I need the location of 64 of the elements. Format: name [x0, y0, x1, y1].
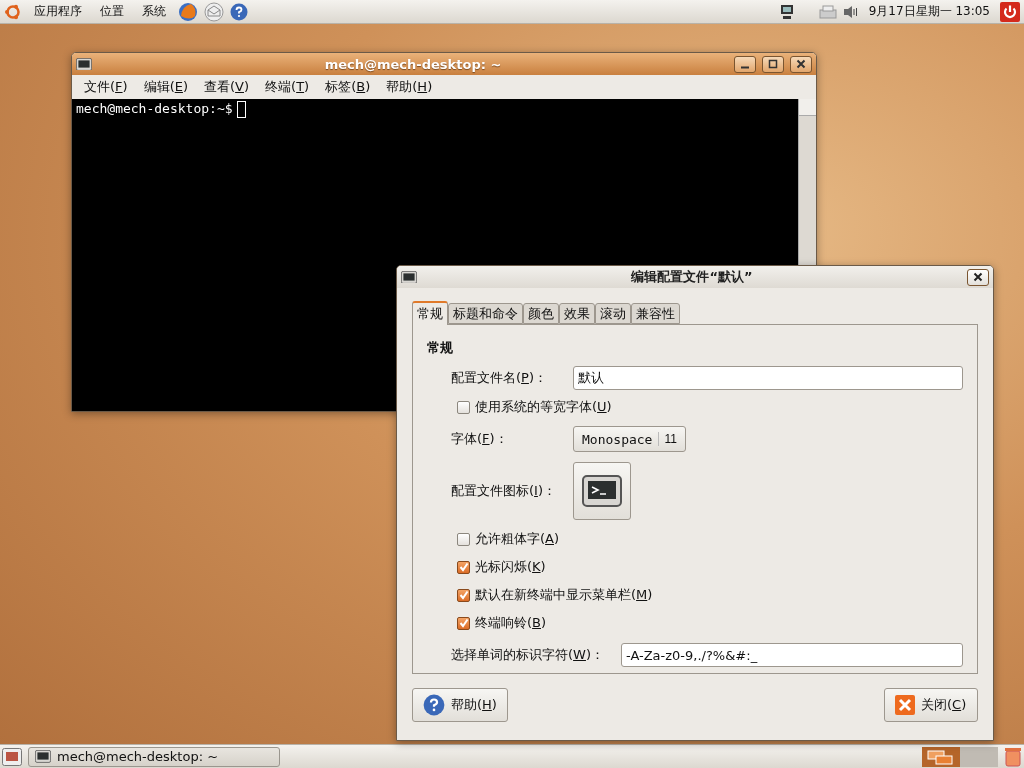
tab[interactable]: 标题和命令 [448, 303, 523, 324]
clock[interactable]: 9月17日星期一 13:05 [868, 3, 990, 20]
close-icon [796, 59, 806, 69]
minimize-button[interactable] [734, 55, 756, 73]
icon-picker[interactable] [573, 462, 631, 520]
section-heading: 常规 [427, 339, 454, 357]
close-icon [895, 695, 915, 715]
field-label: 配置文件图标(I)： [451, 482, 557, 500]
menu-item[interactable]: 编辑(E) [137, 78, 194, 96]
tab[interactable]: 兼容性 [631, 303, 680, 324]
checkbox-option[interactable]: 光标闪烁(K) [457, 558, 546, 576]
tab[interactable]: 效果 [559, 303, 595, 324]
menu-item[interactable]: 帮助(H) [380, 78, 439, 96]
globe-icon[interactable] [178, 1, 198, 22]
tab[interactable]: 滚动 [595, 303, 631, 324]
trash-icon[interactable] [1004, 746, 1022, 767]
menu-item[interactable]: 文件(F) [78, 78, 134, 96]
menu-item[interactable]: 标签(B) [319, 78, 377, 96]
text-field[interactable]: -A-Za-z0-9,./?%&#:_ [621, 643, 963, 667]
panel-menu[interactable]: 位置 [94, 3, 130, 20]
tab[interactable]: 常规 [412, 301, 448, 325]
envelope-icon[interactable] [204, 1, 224, 22]
checkbox-option[interactable]: 终端响铃(B) [457, 614, 547, 632]
panel-menu[interactable]: 应用程序 [28, 3, 88, 20]
maximize-button[interactable] [762, 55, 784, 73]
field-label: 选择单词的标识字符(W)： [451, 646, 605, 664]
terminal-icon [582, 475, 622, 507]
terminal-icon [76, 57, 92, 71]
checkbox-option[interactable]: 默认在新终端中显示菜单栏(M) [457, 586, 653, 604]
checkbox-option[interactable]: 允许粗体字(A) [457, 530, 560, 548]
help-icon[interactable] [230, 2, 248, 21]
taskbar-item[interactable]: mech@mech-desktop: ~ [28, 746, 280, 767]
field-label: 字体(F)： [451, 430, 509, 448]
window-title: mech@mech-desktop: ~ [323, 56, 503, 72]
panel-menu[interactable]: 系统 [136, 3, 172, 20]
terminal-icon [401, 270, 417, 284]
help-icon [423, 694, 445, 716]
terminal-icon [35, 750, 51, 763]
close-button[interactable] [967, 268, 989, 286]
speaker-icon[interactable] [842, 3, 859, 20]
menu-item[interactable]: 终端(T) [259, 78, 316, 96]
checkbox[interactable] [457, 588, 470, 602]
window-title: 编辑配置文件“默认” [630, 268, 754, 286]
checkbox[interactable] [457, 560, 470, 574]
minimize-icon [740, 65, 750, 69]
workspace-switcher-icon[interactable] [922, 746, 998, 767]
font-picker[interactable]: Monospace 11 [573, 426, 686, 452]
text-cursor [236, 101, 246, 118]
checkbox[interactable] [457, 532, 470, 546]
field-label: 配置文件名(P)： [451, 369, 548, 387]
logo-icon[interactable] [4, 2, 22, 21]
help-button[interactable]: 帮助(H) [412, 688, 508, 722]
text-field[interactable]: 默认 [573, 366, 963, 390]
power-icon[interactable] [1000, 1, 1020, 22]
close-icon [973, 272, 983, 282]
close-button[interactable]: 关闭(C) [884, 688, 978, 722]
show-desktop-icon[interactable] [2, 747, 22, 766]
checkbox[interactable] [457, 616, 470, 630]
maximize-icon [768, 59, 778, 69]
checkbox[interactable] [457, 400, 470, 414]
tab[interactable]: 颜色 [523, 303, 559, 324]
shell-prompt: mech@mech-desktop:~$ [76, 101, 233, 116]
menu-item[interactable]: 查看(V) [198, 78, 256, 96]
close-button[interactable] [790, 55, 812, 73]
